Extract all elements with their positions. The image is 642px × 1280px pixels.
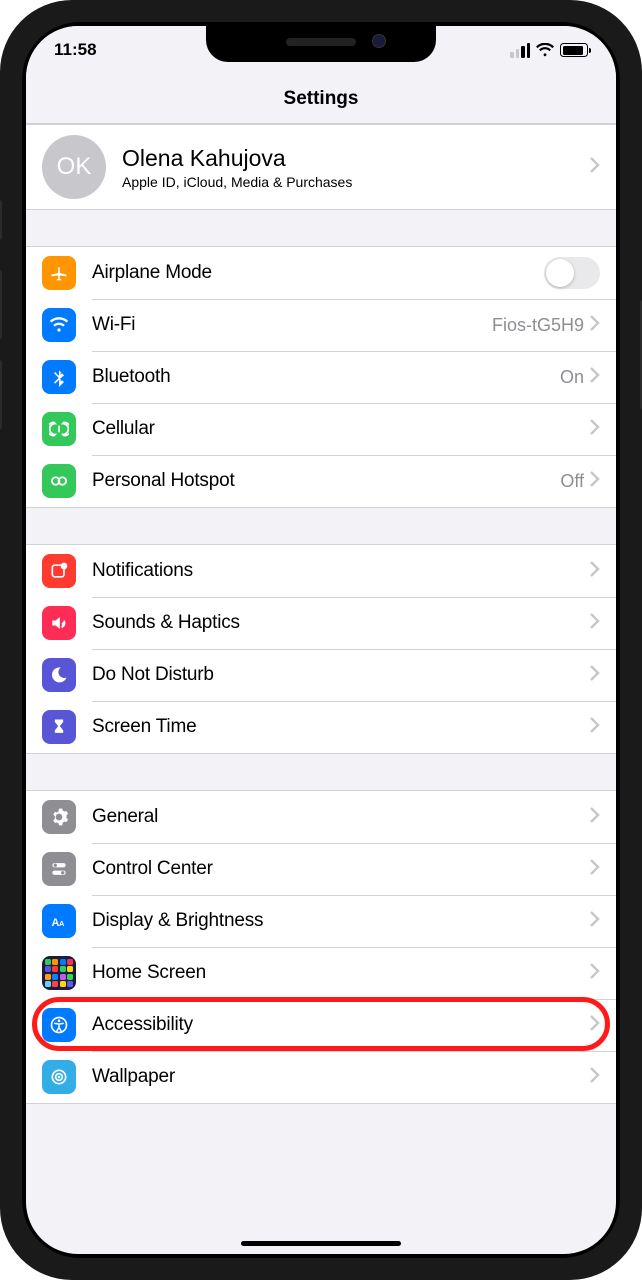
chevron-right-icon <box>590 315 600 336</box>
hotspot-icon <box>42 464 76 498</box>
navbar: Settings <box>26 74 616 124</box>
row-label: Airplane Mode <box>92 262 212 284</box>
row-label: General <box>92 806 158 828</box>
sounds-icon <box>42 606 76 640</box>
chevron-right-icon <box>590 613 600 634</box>
row-detail: Fios-tG5H9 <box>492 315 590 336</box>
row-accessibility[interactable]: Accessibility <box>26 999 616 1051</box>
chevron-right-icon <box>590 665 600 686</box>
row-label: Display & Brightness <box>92 910 263 932</box>
battery-icon <box>560 43 588 57</box>
airplane-toggle[interactable] <box>544 257 600 289</box>
gear-icon <box>42 800 76 834</box>
row-label: Personal Hotspot <box>92 470 235 492</box>
home-grid-icon <box>42 956 76 990</box>
chevron-right-icon <box>590 911 600 932</box>
status-time: 11:58 <box>54 40 97 60</box>
chevron-right-icon <box>590 859 600 880</box>
row-notifications[interactable]: Notifications <box>26 545 616 597</box>
accessibility-icon <box>42 1008 76 1042</box>
notch <box>206 26 436 62</box>
chevron-right-icon <box>590 367 600 388</box>
row-bluetooth[interactable]: Bluetooth On <box>26 351 616 403</box>
cellular-signal-icon <box>510 43 530 58</box>
profile-subtitle: Apple ID, iCloud, Media & Purchases <box>122 174 352 190</box>
row-label: Cellular <box>92 418 155 440</box>
row-display[interactable]: AA Display & Brightness <box>26 895 616 947</box>
profile-name: Olena Kahujova <box>122 145 352 172</box>
hourglass-icon <box>42 710 76 744</box>
switches-icon <box>42 852 76 886</box>
chevron-right-icon <box>590 1015 600 1036</box>
cellular-icon <box>42 412 76 446</box>
row-label: Home Screen <box>92 962 206 984</box>
wallpaper-icon <box>42 1060 76 1094</box>
row-hotspot[interactable]: Personal Hotspot Off <box>26 455 616 507</box>
row-screentime[interactable]: Screen Time <box>26 701 616 753</box>
row-apple-id[interactable]: OK Olena Kahujova Apple ID, iCloud, Medi… <box>26 125 616 209</box>
home-indicator[interactable] <box>241 1241 401 1246</box>
row-label: Wi-Fi <box>92 314 135 336</box>
row-dnd[interactable]: Do Not Disturb <box>26 649 616 701</box>
chevron-right-icon <box>590 157 600 178</box>
avatar: OK <box>42 135 106 199</box>
row-airplane-mode[interactable]: Airplane Mode <box>26 247 616 299</box>
row-label: Control Center <box>92 858 213 880</box>
row-cellular[interactable]: Cellular <box>26 403 616 455</box>
text-size-icon: AA <box>42 904 76 938</box>
svg-text:A: A <box>59 919 65 928</box>
row-label: Screen Time <box>92 716 196 738</box>
chevron-right-icon <box>590 717 600 738</box>
row-label: Notifications <box>92 560 193 582</box>
row-label: Wallpaper <box>92 1066 175 1088</box>
row-home-screen[interactable]: Home Screen <box>26 947 616 999</box>
row-wallpaper[interactable]: Wallpaper <box>26 1051 616 1103</box>
airplane-icon <box>42 256 76 290</box>
chevron-right-icon <box>590 471 600 492</box>
page-title: Settings <box>284 88 359 110</box>
row-sounds[interactable]: Sounds & Haptics <box>26 597 616 649</box>
row-label: Accessibility <box>92 1014 193 1036</box>
wifi-icon <box>536 43 554 57</box>
bluetooth-icon <box>42 360 76 394</box>
chevron-right-icon <box>590 963 600 984</box>
chevron-right-icon <box>590 1067 600 1088</box>
chevron-right-icon <box>590 807 600 828</box>
chevron-right-icon <box>590 561 600 582</box>
notifications-icon <box>42 554 76 588</box>
row-label: Sounds & Haptics <box>92 612 240 634</box>
row-general[interactable]: General <box>26 791 616 843</box>
row-detail: On <box>560 367 590 388</box>
moon-icon <box>42 658 76 692</box>
row-control-center[interactable]: Control Center <box>26 843 616 895</box>
wifi-icon <box>42 308 76 342</box>
row-label: Bluetooth <box>92 366 171 388</box>
row-label: Do Not Disturb <box>92 664 214 686</box>
row-detail: Off <box>560 471 590 492</box>
chevron-right-icon <box>590 419 600 440</box>
row-wifi[interactable]: Wi-Fi Fios-tG5H9 <box>26 299 616 351</box>
